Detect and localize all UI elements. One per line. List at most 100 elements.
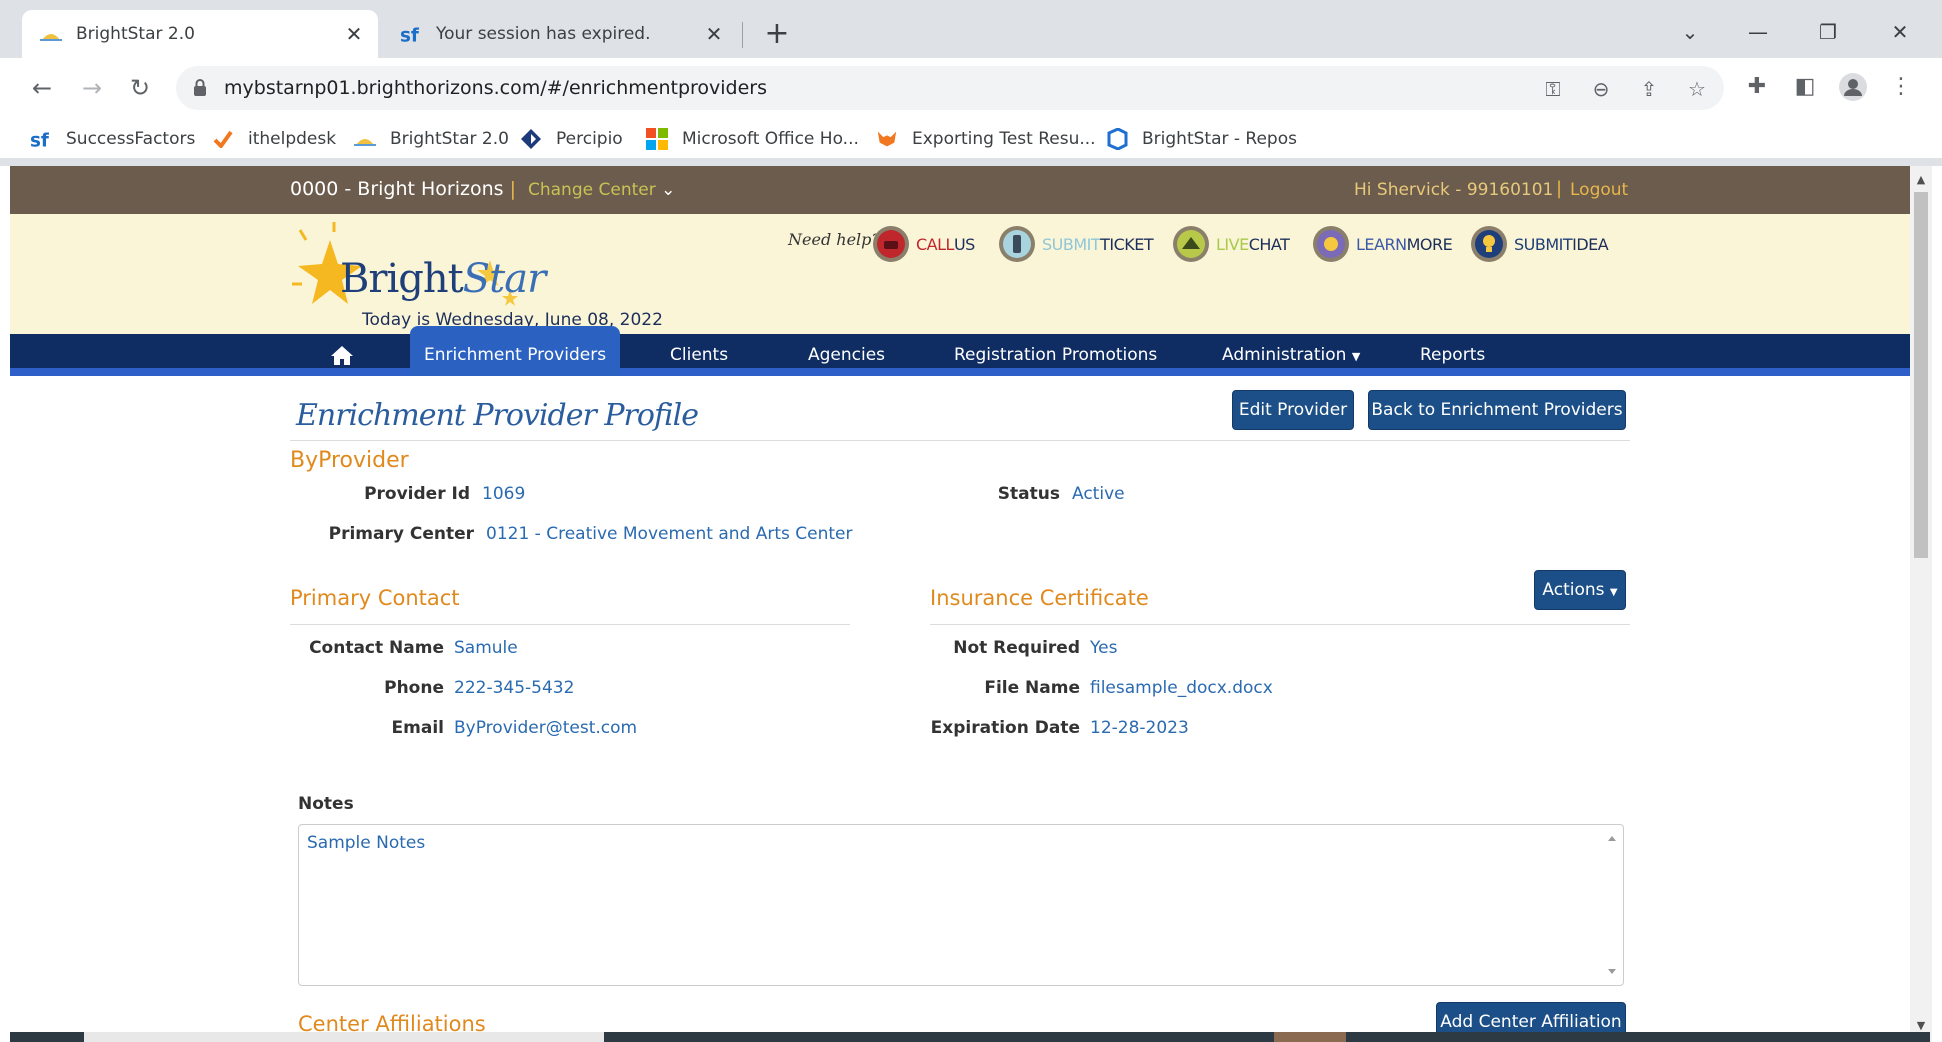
reload-icon[interactable]: ↻ xyxy=(122,70,158,106)
scrollbar-thumb[interactable] xyxy=(1914,192,1928,558)
center-name: 0000 - Bright Horizons | xyxy=(290,178,516,200)
main-content: Enrichment Provider Profile Edit Provide… xyxy=(10,384,1910,1042)
primary-center-value: 0121 - Creative Movement and Arts Center xyxy=(486,524,853,544)
browser-toolbar: ← → ↻ mybstarnp01.brighthorizons.com/#/e… xyxy=(0,58,1942,118)
provider-id-value: 1069 xyxy=(482,484,526,504)
side-panel-icon[interactable]: ◧ xyxy=(1790,73,1820,101)
bookmark-microsoft-office[interactable]: Microsoft Office Ho... xyxy=(646,126,859,152)
sf-icon: sf xyxy=(30,128,52,150)
bookmark-percipio[interactable]: Percipio xyxy=(520,126,623,152)
repos-icon xyxy=(1106,128,1128,150)
nav-enrichment-providers[interactable]: Enrichment Providers xyxy=(410,326,621,376)
expiration-date-label: Expiration Date xyxy=(930,718,1080,738)
notes-textarea[interactable]: Sample Notes xyxy=(298,824,1624,986)
nav-reports[interactable]: Reports xyxy=(1420,334,1485,376)
close-window-button[interactable]: ✕ xyxy=(1880,14,1920,50)
close-icon[interactable]: ✕ xyxy=(702,22,726,46)
page-divider xyxy=(0,158,1942,166)
live-chat-link[interactable]: LIVE CHAT xyxy=(1172,222,1290,266)
page-scrollbar[interactable]: ▲ ▼ xyxy=(1910,166,1932,1042)
provider-id-label: Provider Id xyxy=(364,484,470,504)
tab-separator xyxy=(742,22,743,48)
new-tab-button[interactable]: + xyxy=(760,18,794,52)
submit-ticket-link[interactable]: SUBMIT TICKET xyxy=(998,222,1154,266)
bookmark-successfactors[interactable]: sf SuccessFactors xyxy=(30,126,195,152)
nav-administration[interactable]: Administration ▼ xyxy=(1222,334,1360,376)
center-name-text: 0000 - Bright Horizons xyxy=(290,178,504,200)
bookmarks-bar: sf SuccessFactors ithelpdesk BrightStar … xyxy=(0,118,1942,158)
not-required-value: Yes xyxy=(1090,638,1118,658)
home-icon[interactable] xyxy=(330,344,354,366)
taskbar xyxy=(10,1032,1930,1042)
primary-contact-title: Primary Contact xyxy=(290,586,460,610)
bookmark-exporting-test[interactable]: Exporting Test Resu... xyxy=(876,126,1096,152)
help-link-text: US xyxy=(953,234,975,254)
tab-session-expired[interactable]: sf Your session has expired. ✕ xyxy=(382,10,738,58)
logo-star: Star xyxy=(462,256,546,302)
menu-icon[interactable]: ⋮ xyxy=(1886,73,1916,101)
change-center-label: Change Center xyxy=(528,180,656,200)
tab-brightstar[interactable]: BrightStar 2.0 ✕ xyxy=(22,10,378,58)
sun-icon xyxy=(354,128,376,150)
back-icon[interactable]: ← xyxy=(24,70,60,106)
separator: | xyxy=(509,178,516,200)
divider xyxy=(290,440,1630,441)
help-link-text: MORE xyxy=(1406,234,1453,254)
help-link-accent: SUBMIT xyxy=(1514,234,1573,254)
edit-provider-button[interactable]: Edit Provider xyxy=(1232,390,1354,430)
back-to-providers-button[interactable]: Back to Enrichment Providers xyxy=(1368,390,1626,430)
chevron-down-icon: ⌄ xyxy=(661,180,676,200)
primary-center-label: Primary Center xyxy=(328,524,474,544)
bookmark-brightstar-repos[interactable]: BrightStar - Repos xyxy=(1106,126,1297,152)
notes-scrollbar[interactable] xyxy=(1605,829,1619,981)
status-value: Active xyxy=(1072,484,1125,504)
nav-agencies[interactable]: Agencies xyxy=(808,334,885,376)
help-link-accent: SUBMIT xyxy=(1042,234,1101,254)
percipio-icon xyxy=(520,128,542,150)
bookmark-label: Percipio xyxy=(556,129,623,149)
bookmark-label: ithelpdesk xyxy=(248,129,337,149)
need-help-label: Need help? xyxy=(788,230,880,249)
page-title: Enrichment Provider Profile xyxy=(296,398,699,433)
close-icon[interactable]: ✕ xyxy=(342,22,366,46)
learn-more-link[interactable]: LEARN MORE xyxy=(1312,222,1453,266)
phone-icon xyxy=(873,226,909,262)
email-value: ByProvider@test.com xyxy=(454,718,638,738)
bookmark-star-icon[interactable]: ☆ xyxy=(1684,76,1710,102)
contact-name-label: Contact Name xyxy=(309,638,444,658)
nav-administration-label: Administration xyxy=(1222,345,1347,365)
nav-registration-promotions[interactable]: Registration Promotions xyxy=(954,334,1157,376)
forward-icon[interactable]: → xyxy=(74,70,110,106)
actions-button[interactable]: Actions ▼ xyxy=(1534,570,1626,610)
call-us-link[interactable]: CALL US xyxy=(872,222,975,266)
bookmark-label: Microsoft Office Ho... xyxy=(682,129,859,149)
restore-button[interactable]: ❐ xyxy=(1808,14,1848,50)
share-icon[interactable]: ⇪ xyxy=(1636,76,1662,102)
screen: BrightStar 2.0 ✕ sf Your session has exp… xyxy=(0,0,1942,1042)
submit-idea-link[interactable]: SUBMIT IDEA xyxy=(1470,222,1609,266)
microsoft-icon xyxy=(646,128,668,150)
key-icon[interactable]: ⚿ xyxy=(1540,76,1566,102)
bookmark-brightstar[interactable]: BrightStar 2.0 xyxy=(354,126,509,152)
nav-clients[interactable]: Clients xyxy=(670,334,728,376)
sf-icon: sf xyxy=(400,23,422,45)
bookmark-ithelpdesk[interactable]: ithelpdesk xyxy=(212,126,336,152)
profile-avatar-icon[interactable] xyxy=(1838,72,1868,101)
tab-strip: BrightStar 2.0 ✕ sf Your session has exp… xyxy=(0,0,1942,58)
logo-wordmark: BrightStar xyxy=(340,256,546,302)
contact-name-value: Samule xyxy=(454,638,518,658)
extensions-icon[interactable]: ✚ xyxy=(1742,73,1772,101)
sun-icon xyxy=(40,23,62,45)
minimize-button[interactable]: — xyxy=(1738,14,1778,50)
tab-search-icon[interactable]: ⌄ xyxy=(1670,14,1710,50)
caret-down-icon: ▼ xyxy=(1351,350,1361,363)
taskbar-segment xyxy=(1274,1032,1346,1042)
change-center-link[interactable]: Change Center ⌄ xyxy=(528,180,675,200)
logout-link[interactable]: Logout xyxy=(1570,180,1628,200)
address-bar[interactable]: mybstarnp01.brighthorizons.com/#/enrichm… xyxy=(176,66,1724,110)
tab-title: Your session has expired. xyxy=(436,24,651,44)
file-name-value[interactable]: filesample_docx.docx xyxy=(1090,678,1273,698)
caret-down-icon: ▼ xyxy=(1609,587,1618,598)
scroll-up-icon[interactable]: ▲ xyxy=(1910,170,1932,190)
zoom-icon[interactable]: ⊖ xyxy=(1588,76,1614,102)
